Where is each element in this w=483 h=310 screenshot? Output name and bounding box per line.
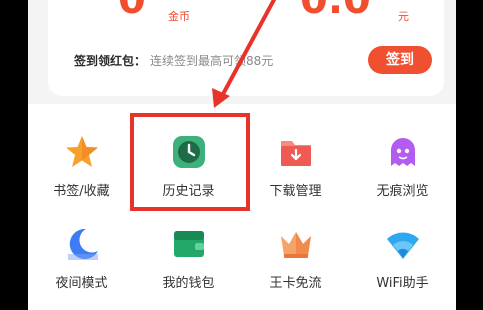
annotation-highlight-box xyxy=(130,113,250,211)
moon-icon xyxy=(64,226,100,262)
signin-label: 签到领红包： xyxy=(74,54,147,68)
star-icon xyxy=(64,134,100,170)
grid-item-wallet[interactable]: 我的钱包 xyxy=(135,204,242,294)
grid-item-label: 下载管理 xyxy=(269,184,322,199)
signin-button[interactable]: 签到 xyxy=(368,46,432,74)
wallet-icon xyxy=(171,226,207,262)
grid-item-wifi-assistant[interactable]: WiFi助手 xyxy=(349,204,456,294)
wifi-icon xyxy=(385,226,421,262)
ghost-icon xyxy=(385,134,421,170)
grid-item-king-card[interactable]: 王卡免流 xyxy=(242,204,349,294)
cash-value: 0.0 xyxy=(300,0,371,23)
grid-item-label: 书签/收藏 xyxy=(53,184,110,199)
grid-item-bookmarks[interactable]: 书签/收藏 xyxy=(28,112,135,202)
rewards-card: 0 金币 0.0 元 签到领红包： 连续签到最高可领88元 签到 xyxy=(48,0,444,96)
grid-item-downloads[interactable]: 下载管理 xyxy=(242,112,349,202)
grid-item-incognito[interactable]: 无痕浏览 xyxy=(349,112,456,202)
signin-description: 连续签到最高可领88元 xyxy=(150,54,274,68)
cash-unit: 元 xyxy=(398,10,409,23)
grid-item-label: 我的钱包 xyxy=(162,276,215,291)
coins-unit: 金币 xyxy=(168,10,190,23)
grid-item-label: 夜间模式 xyxy=(55,276,108,291)
grid-item-label: 无痕浏览 xyxy=(376,184,429,199)
grid-item-label: 王卡免流 xyxy=(269,276,322,291)
download-folder-icon xyxy=(278,134,314,170)
signin-row: 签到领红包： 连续签到最高可领88元 xyxy=(74,52,273,69)
coins-value: 0 xyxy=(118,0,146,23)
grid-item-label: WiFi助手 xyxy=(376,276,429,291)
crown-icon xyxy=(278,226,314,262)
grid-item-night-mode[interactable]: 夜间模式 xyxy=(28,204,135,294)
